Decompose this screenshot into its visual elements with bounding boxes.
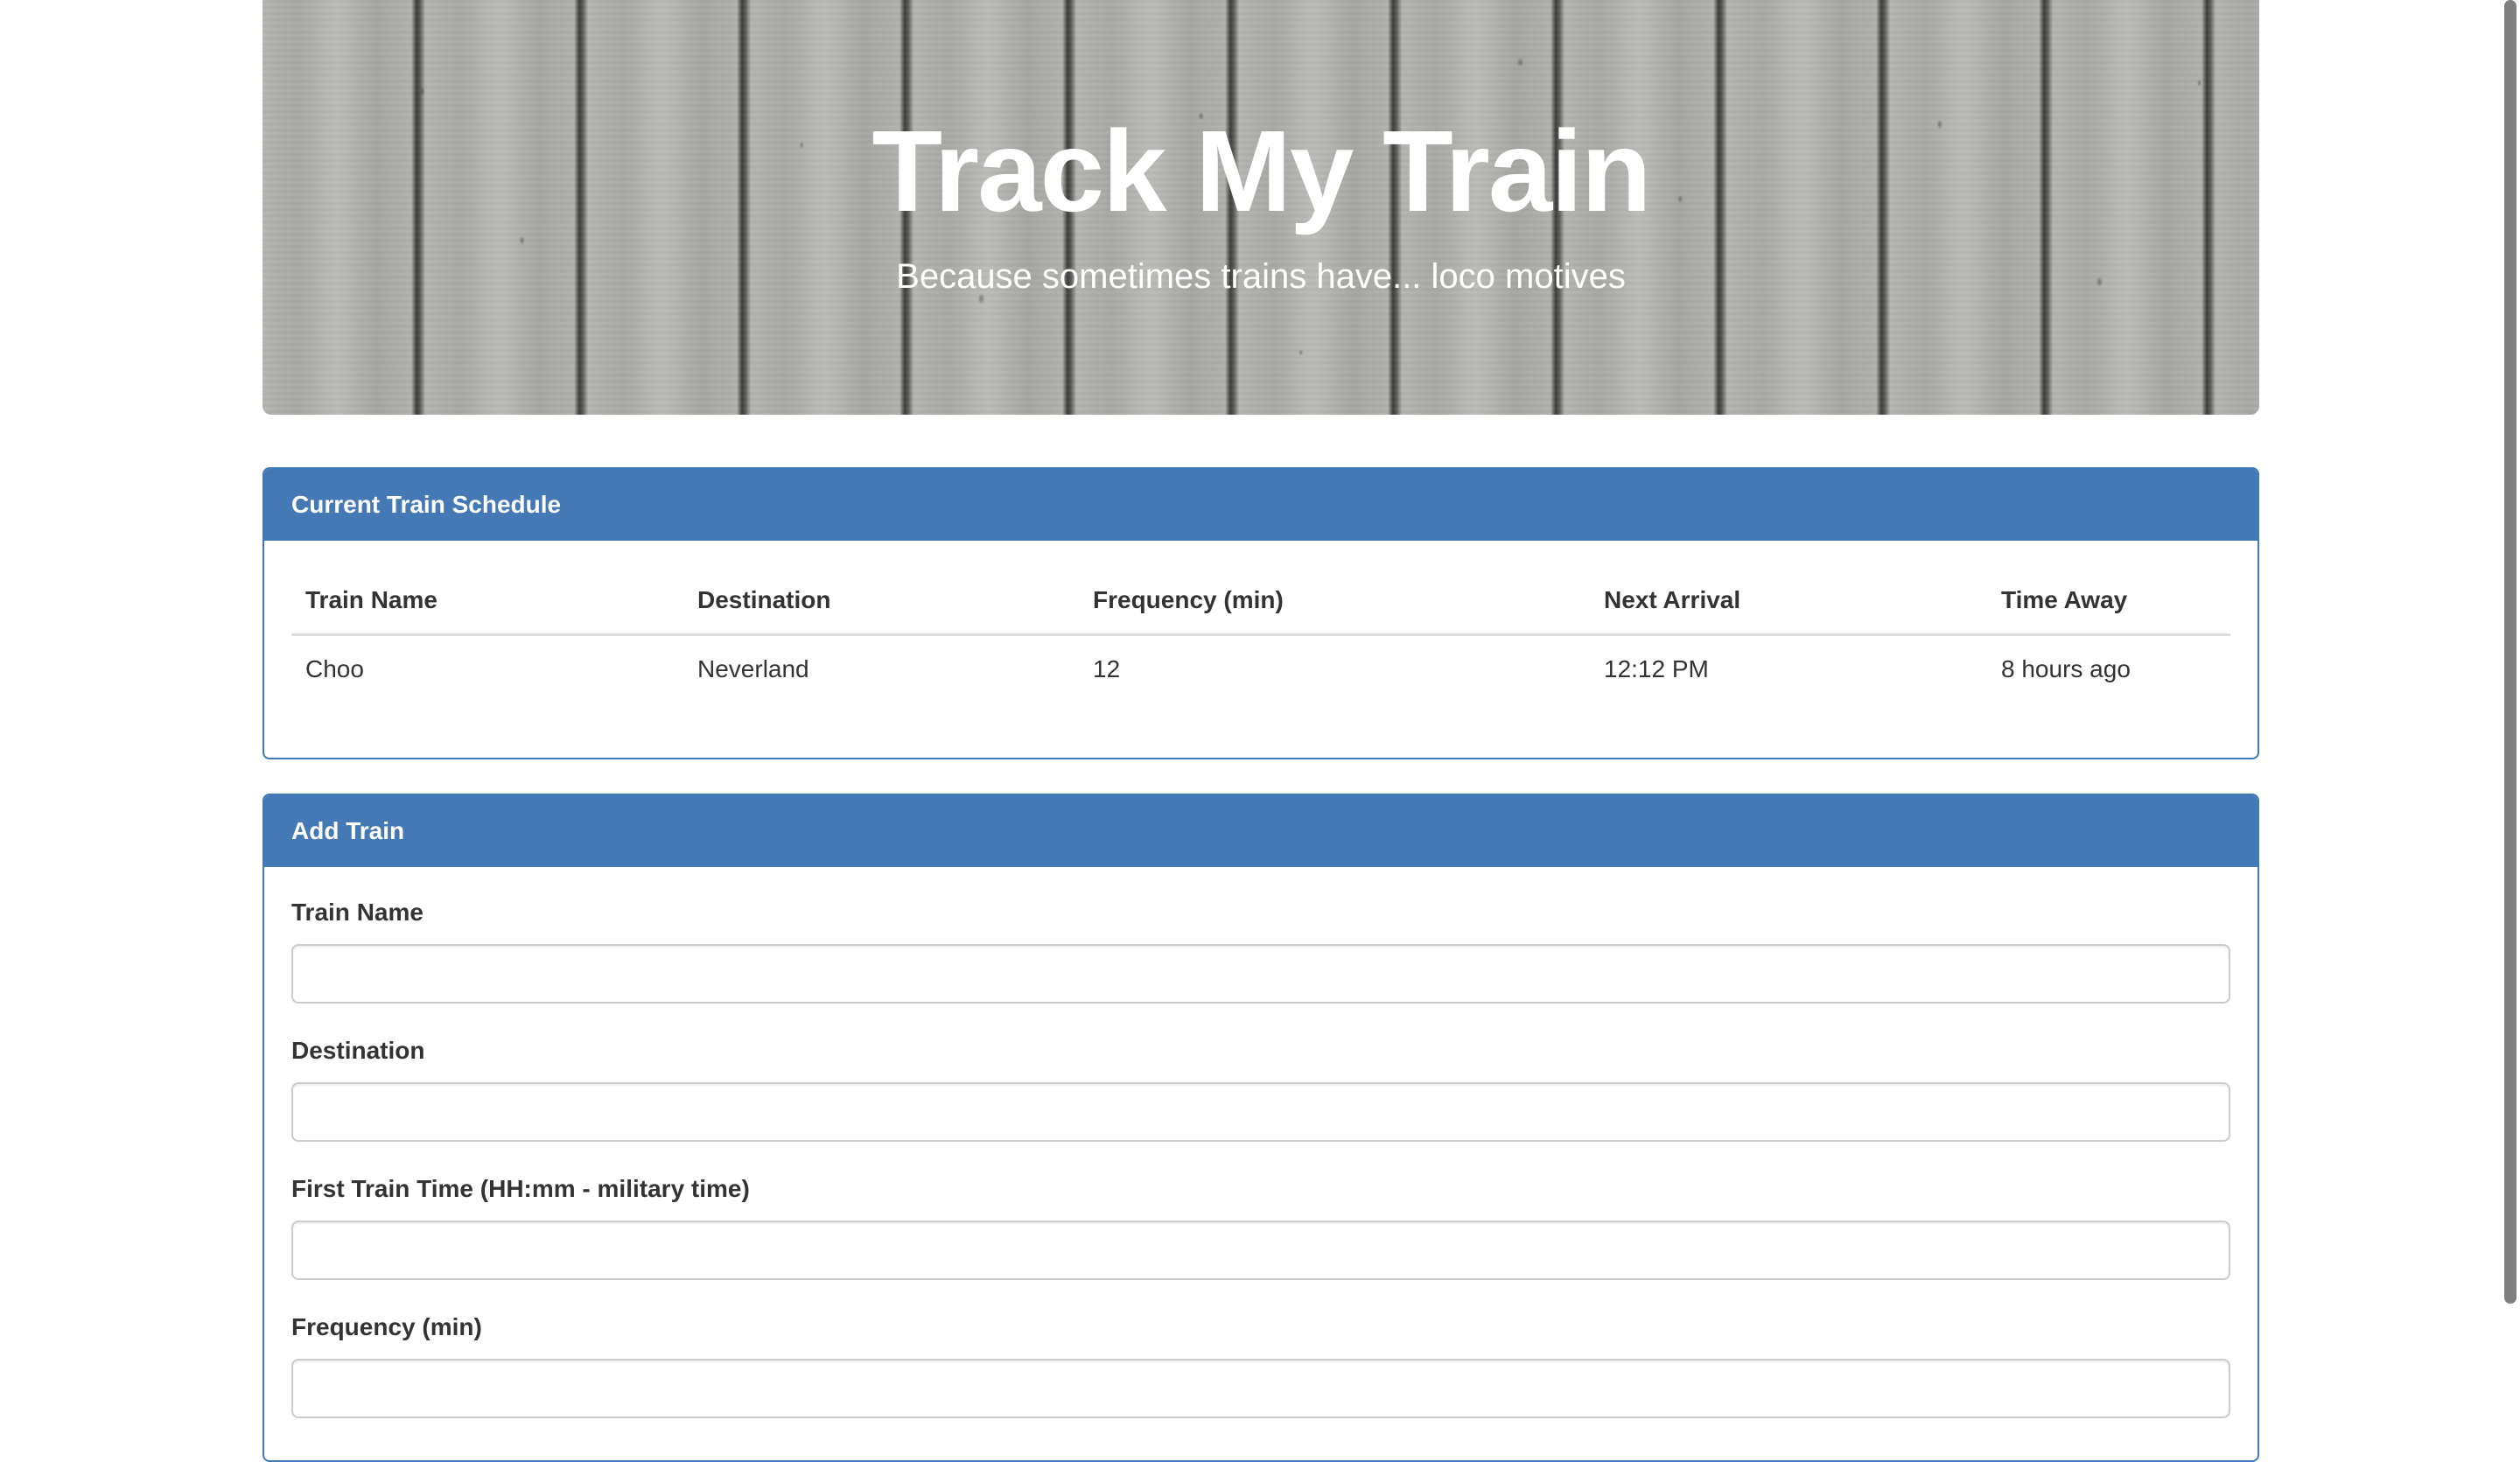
add-train-panel: Add Train Train Name Destination First T… (262, 794, 2259, 1462)
first-train-time-group: First Train Time (HH:mm - military time) (291, 1175, 2230, 1280)
destination-group: Destination (291, 1037, 2230, 1142)
cell-time-away: 8 hours ago (2001, 655, 2131, 682)
page-title: Track My Train (872, 107, 1651, 235)
first-train-time-label: First Train Time (HH:mm - military time) (291, 1175, 750, 1202)
destination-input[interactable] (291, 1082, 2230, 1142)
cell-train-name: Choo (305, 655, 364, 682)
train-name-label: Train Name (291, 899, 424, 926)
schedule-panel: Current Train Schedule Train Name Destin… (262, 467, 2259, 759)
header-banner: Track My Train Because sometimes trains … (262, 0, 2259, 415)
add-train-panel-heading: Add Train (264, 795, 2258, 867)
train-name-group: Train Name (291, 899, 2230, 1004)
cell-next-arrival: 12:12 PM (1604, 655, 1709, 682)
column-header-time-away: Time Away (1987, 567, 2230, 636)
column-header-frequency: Frequency (min) (1079, 567, 1590, 636)
schedule-table: Train Name Destination Frequency (min) N… (291, 567, 2230, 703)
frequency-group: Frequency (min) (291, 1313, 2230, 1418)
column-header-destination: Destination (683, 567, 1079, 636)
schedule-panel-heading: Current Train Schedule (264, 469, 2258, 541)
table-header-row: Train Name Destination Frequency (min) N… (291, 567, 2230, 636)
train-name-input[interactable] (291, 944, 2230, 1004)
destination-label: Destination (291, 1037, 425, 1064)
first-train-time-input[interactable] (291, 1221, 2230, 1280)
table-row: Choo Neverland 12 12:12 PM 8 hours ago (291, 635, 2230, 703)
page-scrollbar[interactable] (2504, 0, 2516, 1304)
column-header-train-name: Train Name (291, 567, 683, 636)
frequency-input[interactable] (291, 1359, 2230, 1418)
cell-destination: Neverland (697, 655, 809, 682)
column-header-next-arrival: Next Arrival (1590, 567, 1987, 636)
cell-frequency: 12 (1093, 655, 1121, 682)
frequency-label: Frequency (min) (291, 1313, 482, 1340)
page-subtitle: Because sometimes trains have... loco mo… (896, 257, 1626, 296)
page-container: Track My Train Because sometimes trains … (262, 0, 2259, 1462)
